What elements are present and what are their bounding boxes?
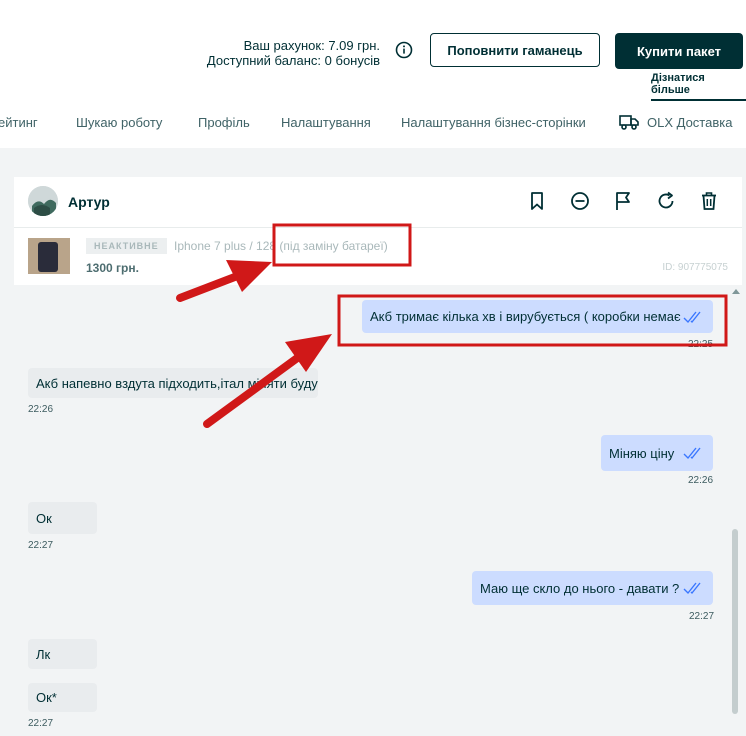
- phone-image-icon: [38, 242, 58, 272]
- nav-item-rating[interactable]: ейтинг: [0, 115, 38, 130]
- message-outgoing: Акб тримає кілька хв і вирубується ( кор…: [362, 300, 713, 333]
- nav-item-olx-delivery[interactable]: OLX Доставка: [647, 115, 732, 130]
- account-info: Ваш рахунок: 7.09 грн. Доступний баланс:…: [207, 38, 380, 68]
- ad-title[interactable]: Iphone 7 plus / 128 (під заміну батареї): [174, 239, 388, 253]
- chat-user-name: Артур: [68, 194, 110, 210]
- user-avatar-icon: [28, 186, 58, 216]
- message-time: 22:26: [28, 404, 54, 415]
- message-incoming: Лк: [28, 639, 97, 669]
- nav-item-job-search[interactable]: Шукаю роботу: [76, 115, 162, 130]
- nav-item-profile[interactable]: Профіль: [198, 115, 250, 130]
- message-list[interactable]: Акб тримає кілька хв і вирубується ( кор…: [14, 285, 742, 736]
- message-text: Лк: [36, 646, 51, 662]
- nav-item-settings[interactable]: Налаштування: [281, 115, 371, 130]
- status-badge: НЕАКТИВНЕ: [86, 238, 167, 254]
- message-incoming: Ок*: [28, 683, 97, 712]
- ad-price: 1300 грн.: [86, 261, 139, 275]
- top-bar: Ваш рахунок: 7.09 грн. Доступний баланс:…: [0, 0, 746, 148]
- chat-card: Артур НЕАКТИВНЕ Iphone 7 plus / 128 (під: [14, 177, 742, 736]
- learn-more-link[interactable]: Дізнатися більше: [651, 72, 746, 101]
- message-time: 22:27: [689, 611, 715, 622]
- buy-package-button[interactable]: Купити пакет: [615, 33, 743, 69]
- ad-thumbnail: [28, 238, 70, 274]
- scrollbar-thumb[interactable]: [732, 529, 738, 714]
- message-text: Ок*: [36, 690, 57, 705]
- nav-item-business-settings[interactable]: Налаштування бізнес-сторінки: [401, 115, 586, 130]
- message-incoming: Ок: [28, 502, 97, 534]
- read-receipt-icon: [683, 447, 701, 460]
- scroll-up-arrow-icon[interactable]: [732, 289, 740, 294]
- block-user-icon[interactable]: [570, 191, 590, 211]
- message-outgoing: Міняю ціну: [601, 435, 713, 471]
- topup-wallet-button[interactable]: Поповнити гаманець: [430, 33, 600, 67]
- message-time: 22:26: [688, 475, 714, 486]
- truck-icon: [619, 115, 639, 130]
- trash-icon[interactable]: [699, 191, 719, 211]
- message-outgoing: Маю ще скло до нього - давати ?: [472, 571, 713, 605]
- report-flag-icon[interactable]: [613, 191, 633, 211]
- message-time: 22:27: [28, 718, 54, 729]
- bonus-balance: Доступний баланс: 0 бонусів: [206, 53, 380, 68]
- message-text: Акб тримає кілька хв і вирубується ( кор…: [370, 309, 681, 324]
- ad-id: ID: 907775075: [662, 262, 728, 273]
- message-time: 22:25: [688, 339, 714, 350]
- avatar[interactable]: [28, 186, 58, 216]
- message-text: Маю ще скло до нього - давати ?: [480, 580, 680, 596]
- refresh-icon[interactable]: [656, 191, 676, 211]
- message-time: 22:27: [28, 540, 54, 551]
- account-balance: Ваш рахунок: 7.09 грн.: [243, 38, 380, 53]
- message-text: Ок: [36, 510, 52, 526]
- ad-info-bar[interactable]: НЕАКТИВНЕ Iphone 7 plus / 128 (під замін…: [14, 228, 742, 286]
- bookmark-icon[interactable]: [527, 191, 547, 211]
- message-text: Міняю ціну: [609, 445, 675, 461]
- message-text: Акб напевно вздута підходить,італ міняти…: [36, 375, 318, 391]
- read-receipt-icon: [683, 582, 701, 595]
- chat-header: Артур: [14, 177, 742, 228]
- message-incoming: Акб напевно вздута підходить,італ міняти…: [28, 368, 318, 398]
- read-receipt-icon: [683, 311, 701, 323]
- info-icon[interactable]: [395, 41, 413, 59]
